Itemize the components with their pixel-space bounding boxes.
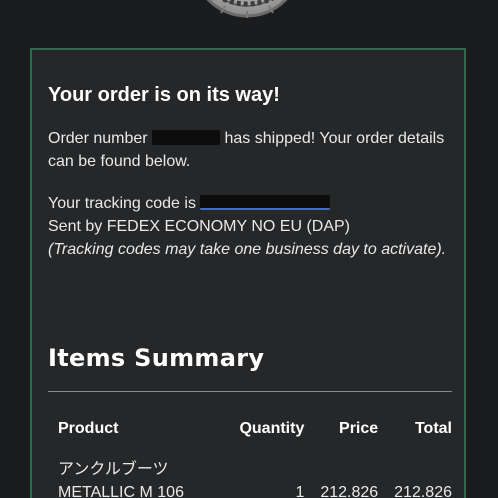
items-summary-title: Items Summary — [48, 344, 265, 372]
table-row: アンクルブーツ METALLIC M 106 1 212.826 212.826 — [48, 458, 452, 498]
order-card: Your order is on its way! Order number h… — [30, 48, 466, 498]
column-header-quantity: Quantity — [239, 420, 305, 437]
product-name-line1: アンクルブーツ — [58, 461, 169, 478]
items-table: Product Quantity Price Total アンクルブーツ MET… — [48, 420, 452, 498]
headline: Your order is on its way! — [48, 84, 280, 106]
shipping-carrier: Sent by FEDEX ECONOMY NO EU (DAP) — [48, 218, 350, 235]
product-quantity: 1 — [295, 484, 305, 498]
tracking-code-link[interactable] — [200, 195, 331, 210]
order-paragraph: Order number has shipped! Your order det… — [48, 127, 448, 173]
tracking-paragraph: Your tracking code is Sent by FEDEX ECON… — [48, 192, 448, 261]
column-header-price: Price — [339, 420, 379, 437]
email-page: Your order is on its way! Order number h… — [0, 0, 498, 498]
product-name: アンクルブーツ METALLIC M 106 — [48, 458, 222, 498]
product-total: 212.826 — [394, 484, 452, 498]
shop-seal-icon — [206, 0, 288, 18]
column-header-product: Product — [58, 420, 119, 437]
table-header-row: Product Quantity Price Total — [48, 420, 452, 458]
order-number-redacted — [152, 130, 221, 145]
product-price: 212.826 — [320, 484, 379, 498]
tracking-label: Your tracking code is — [48, 195, 196, 212]
logo-area — [0, 0, 498, 40]
tracking-note: (Tracking codes may take one business da… — [48, 241, 447, 258]
divider — [48, 391, 452, 392]
order-number-label: Order number — [48, 130, 148, 147]
product-name-line2: METALLIC M 106 — [58, 484, 184, 498]
column-header-total: Total — [414, 420, 452, 437]
